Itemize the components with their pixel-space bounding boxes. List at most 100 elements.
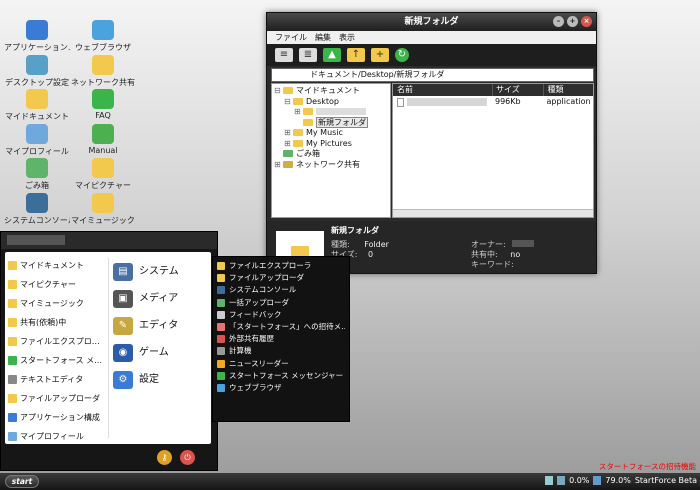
minimize-icon[interactable]: –	[553, 16, 564, 27]
column-name[interactable]: 名前	[393, 84, 492, 96]
start-button[interactable]: start	[5, 475, 39, 488]
window-menubar: ファイル 編集 表示	[267, 31, 596, 44]
tree-item[interactable]: ⊟ Desktop	[274, 97, 388, 108]
manual-icon	[92, 123, 114, 144]
menu-item[interactable]: 表示	[339, 31, 355, 44]
submenu-item[interactable]: スタートフォース メッセンジャー	[217, 370, 345, 382]
lock-icon[interactable]: ⚷	[157, 450, 172, 465]
profile-icon	[26, 123, 48, 144]
desktop-icon[interactable]: システムコンソール	[4, 192, 70, 226]
tree-item[interactable]: ⊟ マイドキュメント	[274, 86, 388, 97]
folder-icon	[283, 150, 293, 157]
start-menu-item[interactable]: マイドキュメント	[8, 256, 106, 275]
detail-view-icon[interactable]: ≣	[299, 48, 317, 62]
tree-item[interactable]: 新規フォルダ	[274, 116, 388, 129]
shortcut-icon	[8, 318, 17, 327]
category-item[interactable]: ⚙ 設定	[113, 366, 209, 393]
file-explorer-window: 新規フォルダ – + × ファイル 編集 表示 ≡ ≣ ▲ ↑ + ↻ ドキュメント…	[266, 12, 597, 274]
expander-icon[interactable]: ⊞	[274, 160, 283, 171]
submenu-icon	[217, 322, 225, 331]
desktop-icon[interactable]: ウェブブラウザ	[70, 20, 136, 53]
expander-icon[interactable]: ⊟	[274, 86, 283, 97]
submenu-item[interactable]: ファイルエクスプローラ	[217, 260, 345, 272]
desktop-icon-label: マイピクチャー	[75, 181, 131, 190]
start-menu-item[interactable]: アプリケーション構成	[8, 408, 106, 427]
column-size[interactable]: サイズ	[491, 84, 544, 96]
submenu-item[interactable]: ファイルアップローダ	[217, 272, 345, 284]
desktop-icon[interactable]: FAQ	[70, 89, 136, 120]
submenu-item[interactable]: フィードバック	[217, 309, 345, 321]
start-menu-item[interactable]: ファイルエクスプロ…	[8, 332, 106, 351]
start-menu-item[interactable]: ファイルアップローダ	[8, 389, 106, 408]
start-menu-item[interactable]: 共有(依頼)中	[8, 313, 106, 332]
expander-icon[interactable]: ⊞	[284, 128, 293, 139]
start-menu-item[interactable]: スタートフォース メ…	[8, 351, 106, 370]
list-view-icon[interactable]: ≡	[275, 48, 293, 62]
menu-item[interactable]: 編集	[315, 31, 331, 44]
start-menu-item[interactable]: マイミュージック	[8, 294, 106, 313]
tree-item[interactable]: ⊞ ネットワーク共有	[274, 160, 388, 171]
submenu-item[interactable]: 一括アップローダ	[217, 297, 345, 309]
desktop-icon[interactable]: マイドキュメント	[4, 89, 70, 122]
start-menu-item[interactable]: マイプロフィール	[8, 427, 106, 446]
tree-item[interactable]: ごみ箱	[274, 149, 388, 160]
submenu-item-label: 「スタートフォース」への招待メ…	[229, 321, 345, 331]
category-item[interactable]: ▤ システム	[113, 258, 209, 285]
tree-item-label	[316, 108, 366, 115]
submenu-item[interactable]: 外部共有履歴	[217, 333, 345, 345]
expander-icon[interactable]: ⊞	[294, 107, 303, 118]
desktop-icon[interactable]: デスクトップ設定	[4, 54, 70, 88]
tree-item[interactable]: ⊞	[274, 107, 388, 118]
size-value: 0	[368, 250, 374, 259]
upload-icon[interactable]: ▲	[323, 48, 341, 62]
desktop-icon[interactable]: ネットワーク共有	[70, 54, 136, 88]
tree-item[interactable]: ⊞ My Pictures	[274, 139, 388, 150]
window-titlebar[interactable]: 新規フォルダ – + ×	[267, 13, 596, 31]
start-menu-item-label: 共有(依頼)中	[20, 318, 67, 327]
file-list-header: 名前 サイズ 種類	[393, 84, 593, 96]
expander-icon[interactable]: ⊟	[284, 97, 293, 108]
desktop-icon[interactable]: アプリケーション…	[4, 20, 70, 53]
horizontal-scrollbar[interactable]	[393, 209, 593, 217]
desktop-icon-label: ネットワーク共有	[71, 77, 135, 87]
desktop-icon[interactable]: ごみ箱	[4, 158, 70, 191]
new-folder-icon[interactable]: +	[371, 48, 389, 62]
submenu-item[interactable]: ウェブブラウザ	[217, 382, 345, 394]
category-item[interactable]: ✎ エディタ	[113, 312, 209, 339]
menu-item[interactable]: ファイル	[275, 31, 307, 44]
submenu-item[interactable]: システムコンソール	[217, 284, 345, 296]
invite-text[interactable]: スタートフォースの招待機能	[599, 461, 696, 472]
table-row[interactable]: 996Kb application	[393, 96, 593, 108]
tree-item[interactable]: ⊞ My Music	[274, 128, 388, 139]
submenu-item[interactable]: 計算機	[217, 345, 345, 357]
start-menu-item[interactable]: テキストエディタ	[8, 370, 106, 389]
refresh-icon[interactable]: ↻	[395, 48, 409, 62]
desktop-icon[interactable]: マイミュージック	[70, 192, 136, 226]
music-icon	[92, 192, 114, 213]
tree-item-label: ネットワーク共有	[296, 159, 360, 169]
desktop-icon[interactable]: マイピクチャー	[70, 158, 136, 191]
desktop-icon-label: FAQ	[95, 111, 111, 120]
close-icon[interactable]: ×	[581, 16, 592, 27]
expander-icon[interactable]: ⊞	[284, 139, 293, 150]
maximize-icon[interactable]: +	[567, 16, 578, 27]
desktop-icon[interactable]: マイプロフィール	[4, 123, 70, 157]
category-item[interactable]: ▣ メディア	[113, 285, 209, 312]
memory-icon	[593, 476, 602, 485]
category-item[interactable]: ◉ ゲーム	[113, 339, 209, 366]
submenu-item-label: フィードバック	[229, 309, 282, 319]
column-type[interactable]: 種類	[543, 84, 593, 96]
address-bar[interactable]: ドキュメント/Desktop/新規フォルダ	[271, 68, 594, 82]
submenu-item[interactable]: 「スタートフォース」への招待メ…	[217, 321, 345, 333]
shortcut-icon	[8, 432, 17, 441]
power-icon[interactable]: ⏻	[180, 450, 195, 465]
document-icon[interactable]	[545, 476, 554, 485]
category-icon: ◉	[113, 343, 133, 362]
network-share-icon	[92, 54, 114, 75]
tree-item-label: My Music	[306, 128, 343, 137]
folder-up-icon[interactable]: ↑	[347, 48, 365, 62]
start-menu-item[interactable]: マイピクチャー	[8, 275, 106, 294]
start-menu-item-label: アプリケーション構成	[20, 413, 100, 422]
desktop-icon[interactable]: Manual	[70, 123, 136, 155]
submenu-item[interactable]: ニュースリーダー	[217, 358, 345, 370]
